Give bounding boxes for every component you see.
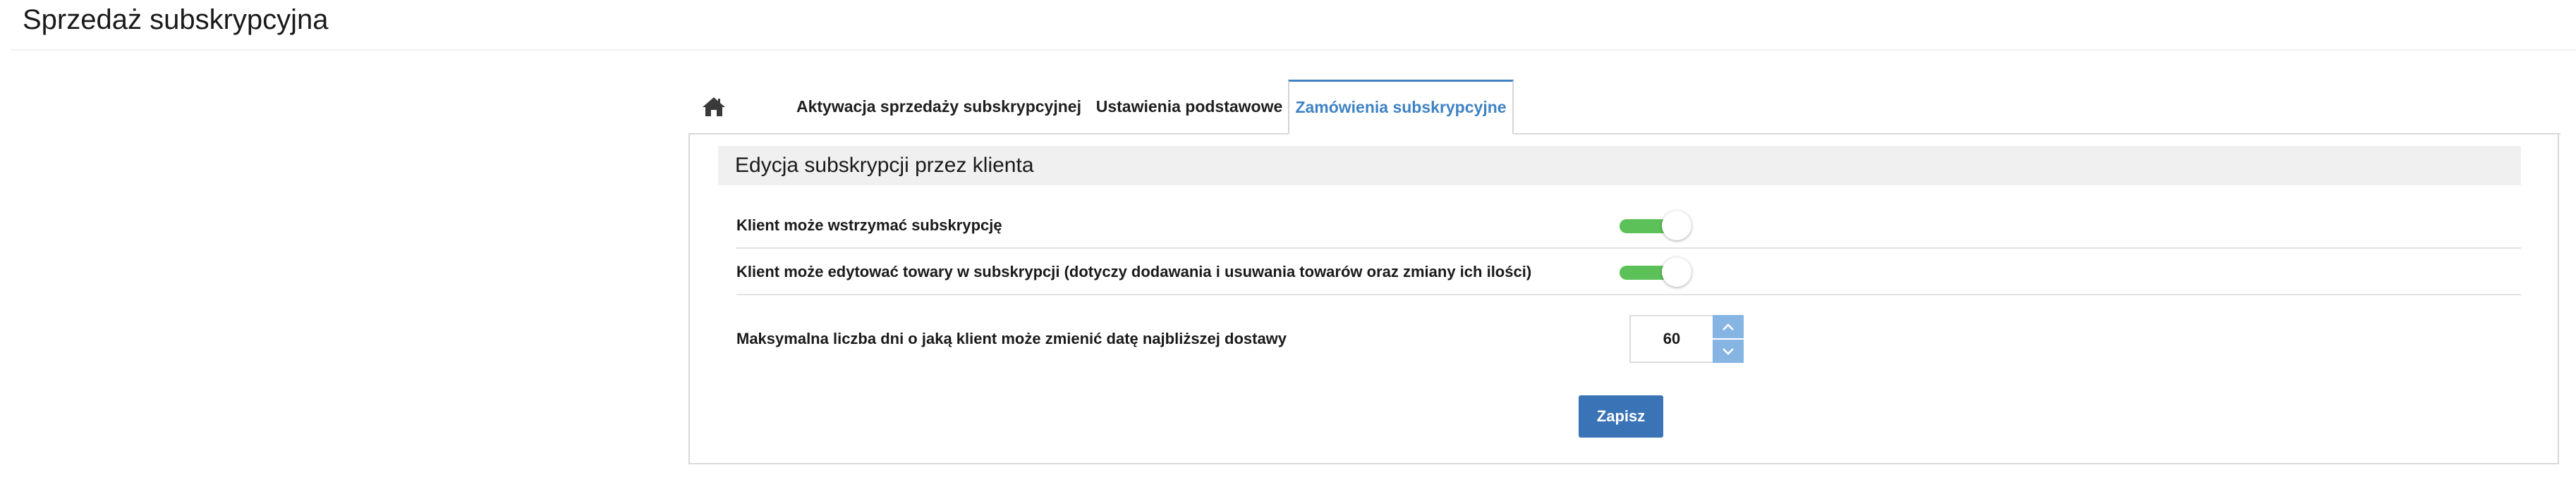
tab-home[interactable] [688,80,739,133]
max-days-label: Maksymalna liczba dni o jaką klient może… [736,330,1287,347]
tab-subscription-orders[interactable]: Zamówienia subskrypcyjne [1288,80,1514,135]
chevron-up-icon [1723,323,1734,330]
edit-toggle[interactable] [1620,256,1693,288]
edit-label: Klient może edytować towary w subskrypcj… [736,263,1532,280]
chevron-down-icon [1723,347,1734,355]
setting-row-edit: Klient może edytować towary w subskrypcj… [736,250,2521,295]
edit-toggle-knob [1662,257,1691,287]
settings-panel: Edycja subskrypcji przez klienta Klient … [688,133,2559,464]
tab-basic-settings-label: Ustawienia podstawowe [1095,97,1283,116]
setting-row-max-days: Maksymalna liczba dni o jaką klient może… [736,297,2521,381]
save-button[interactable]: Zapisz [1579,395,1663,438]
setting-row-pause: Klient może wstrzymać subskrypcję [736,204,2521,249]
tab-bar: Aktywacja sprzedaży subskrypcyjnej Ustaw… [688,80,2560,135]
section-header: Edycja subskrypcji przez klienta [718,146,2521,185]
pause-toggle[interactable] [1620,209,1693,242]
page-title: Sprzedaż subskrypcyjna [23,4,329,35]
title-divider [11,49,2576,51]
decrement-button[interactable] [1713,340,1744,363]
max-days-input[interactable] [1629,315,1713,363]
increment-button[interactable] [1713,315,1744,338]
max-days-stepper [1629,315,1744,363]
tab-basic-settings[interactable]: Ustawienia podstawowe [1069,80,1309,133]
pause-toggle-knob [1662,211,1691,240]
pause-label: Klient może wstrzymać subskrypcję [736,216,1002,234]
home-icon [703,97,725,116]
section-title: Edycja subskrypcji przez klienta [735,154,1034,177]
